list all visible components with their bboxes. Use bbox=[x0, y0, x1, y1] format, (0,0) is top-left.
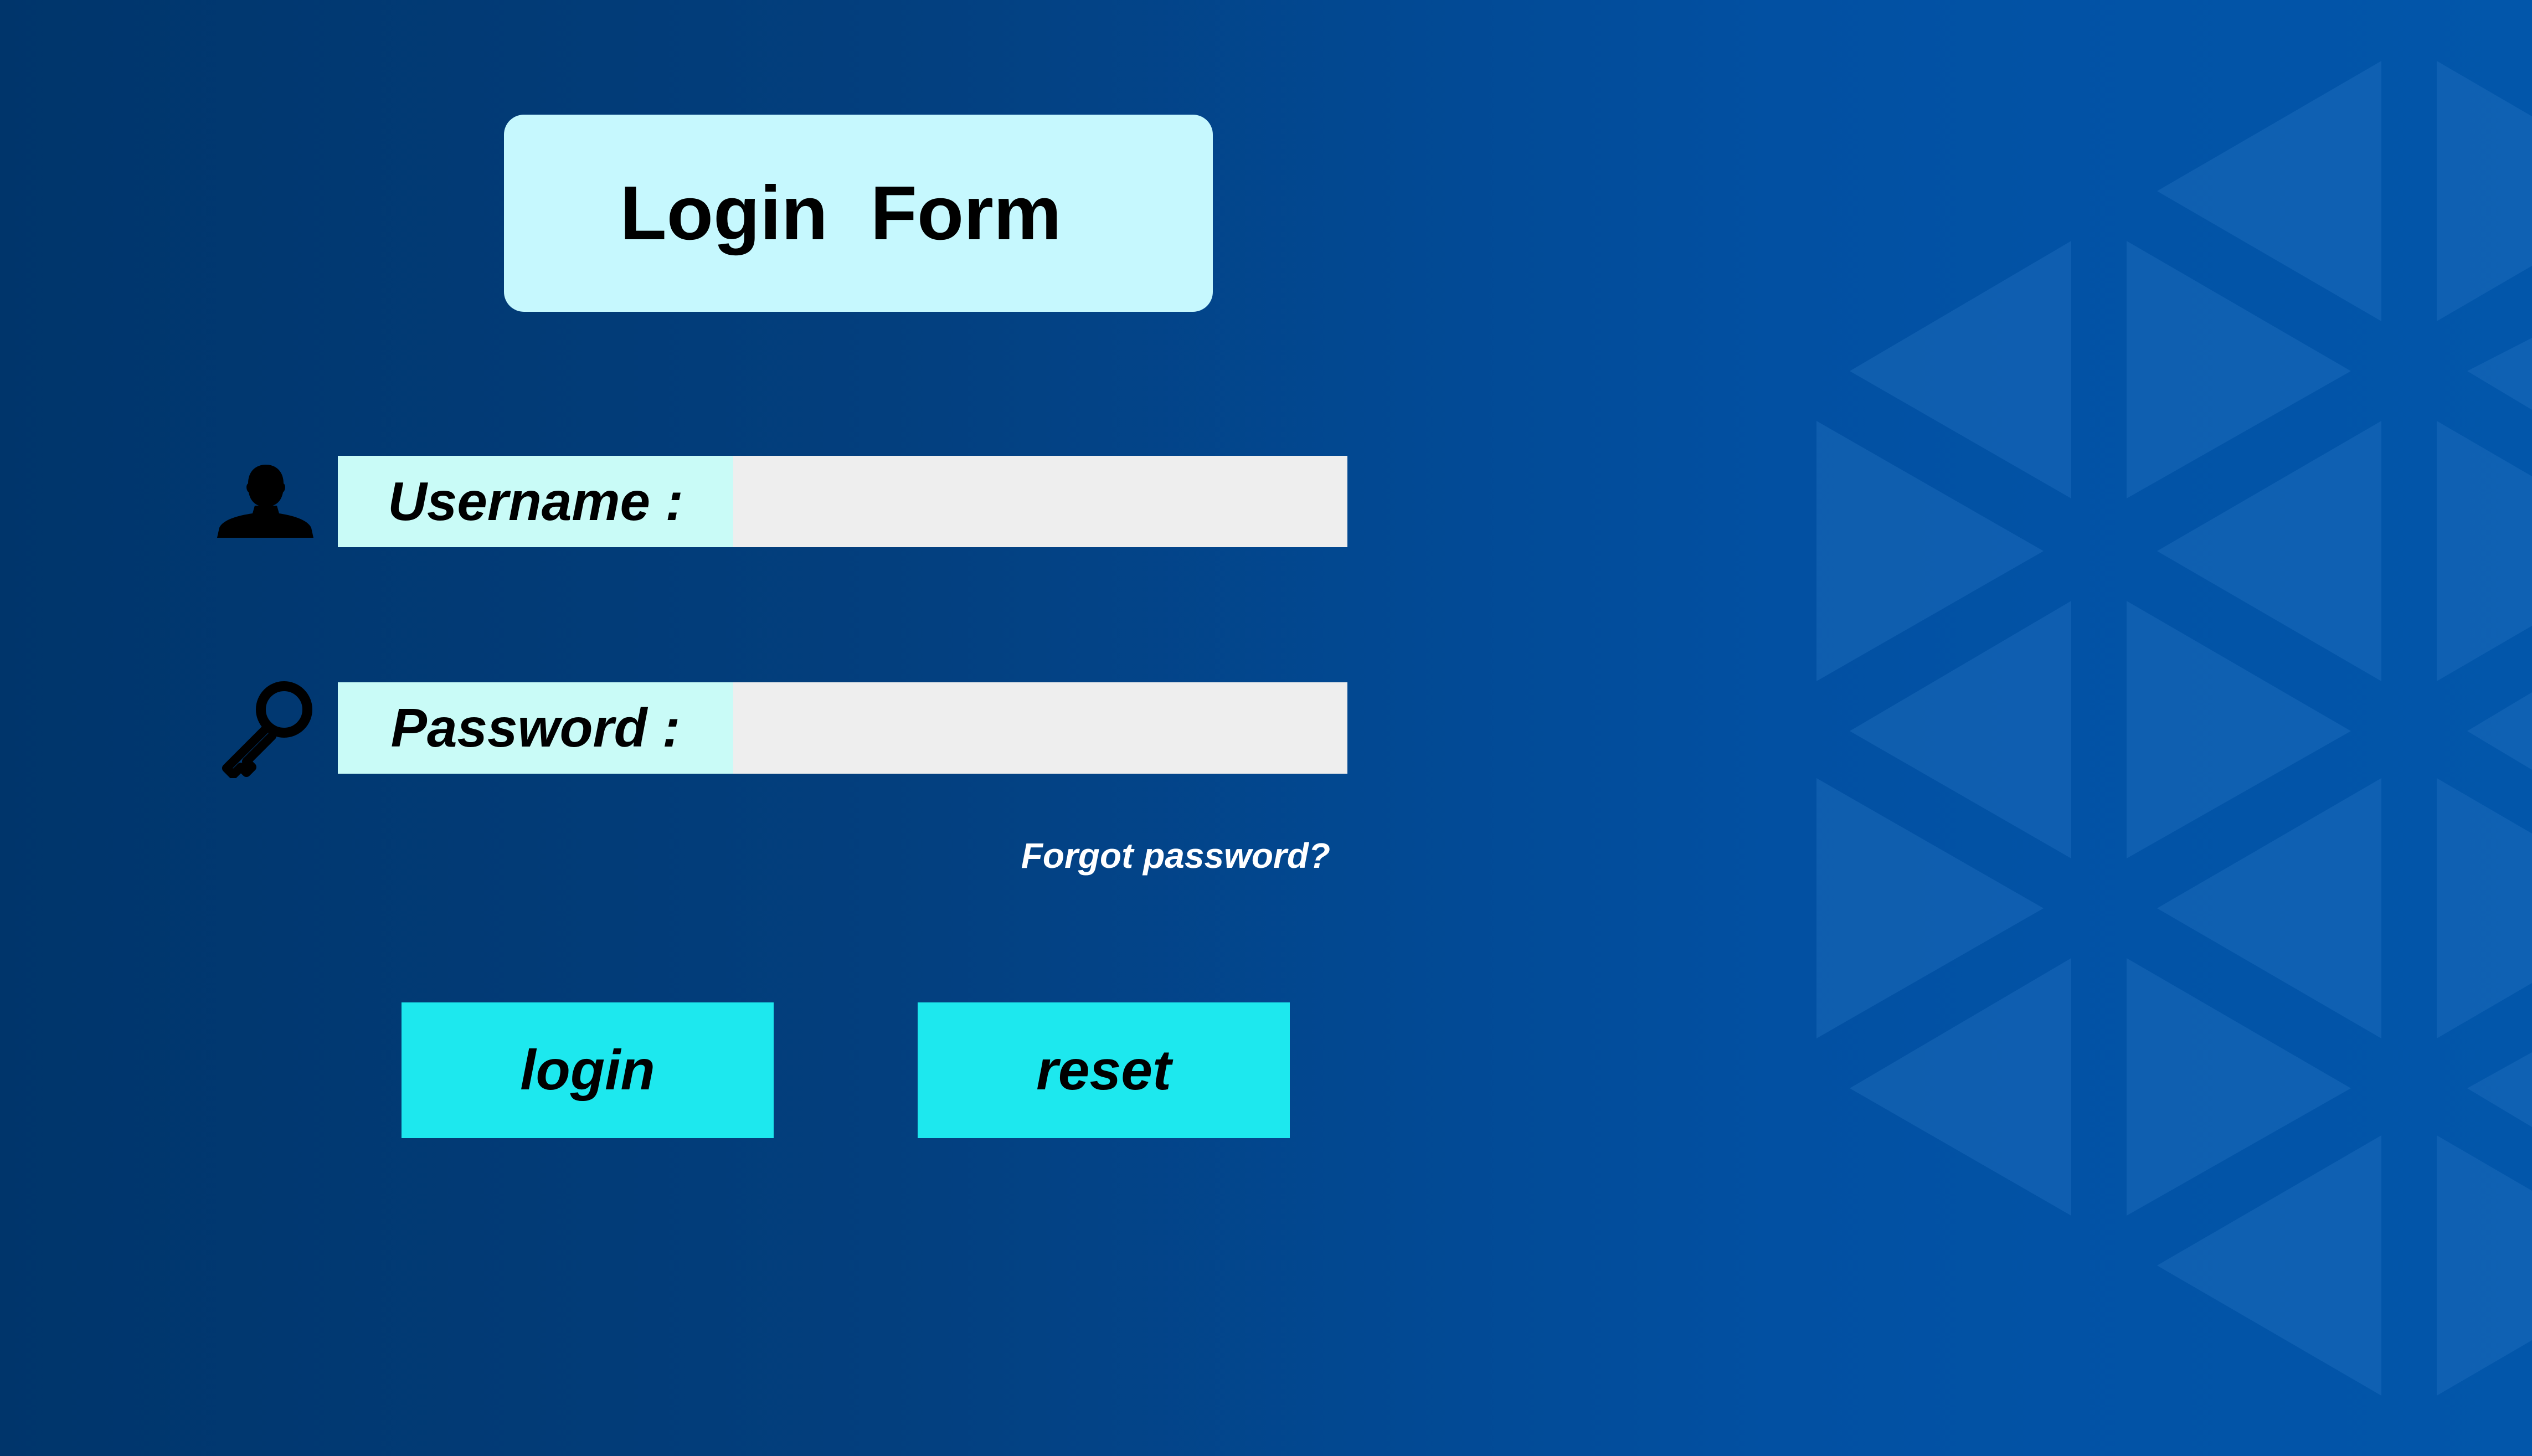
key-icon bbox=[219, 678, 316, 779]
login-button[interactable]: login bbox=[402, 1002, 774, 1138]
password-label: Password : bbox=[338, 682, 733, 774]
username-label: Username : bbox=[338, 456, 733, 547]
forgot-password-link[interactable]: Forgot password? bbox=[1021, 835, 1330, 876]
password-input[interactable] bbox=[733, 682, 1347, 774]
username-row: Username : bbox=[338, 456, 1347, 547]
reset-button[interactable]: reset bbox=[918, 1002, 1290, 1138]
form-title-card: Login Form bbox=[504, 115, 1213, 312]
user-silhouette-icon bbox=[216, 462, 315, 540]
username-input[interactable] bbox=[733, 456, 1347, 547]
password-row: Password : bbox=[338, 682, 1347, 774]
form-title: Login Form bbox=[620, 170, 1062, 256]
